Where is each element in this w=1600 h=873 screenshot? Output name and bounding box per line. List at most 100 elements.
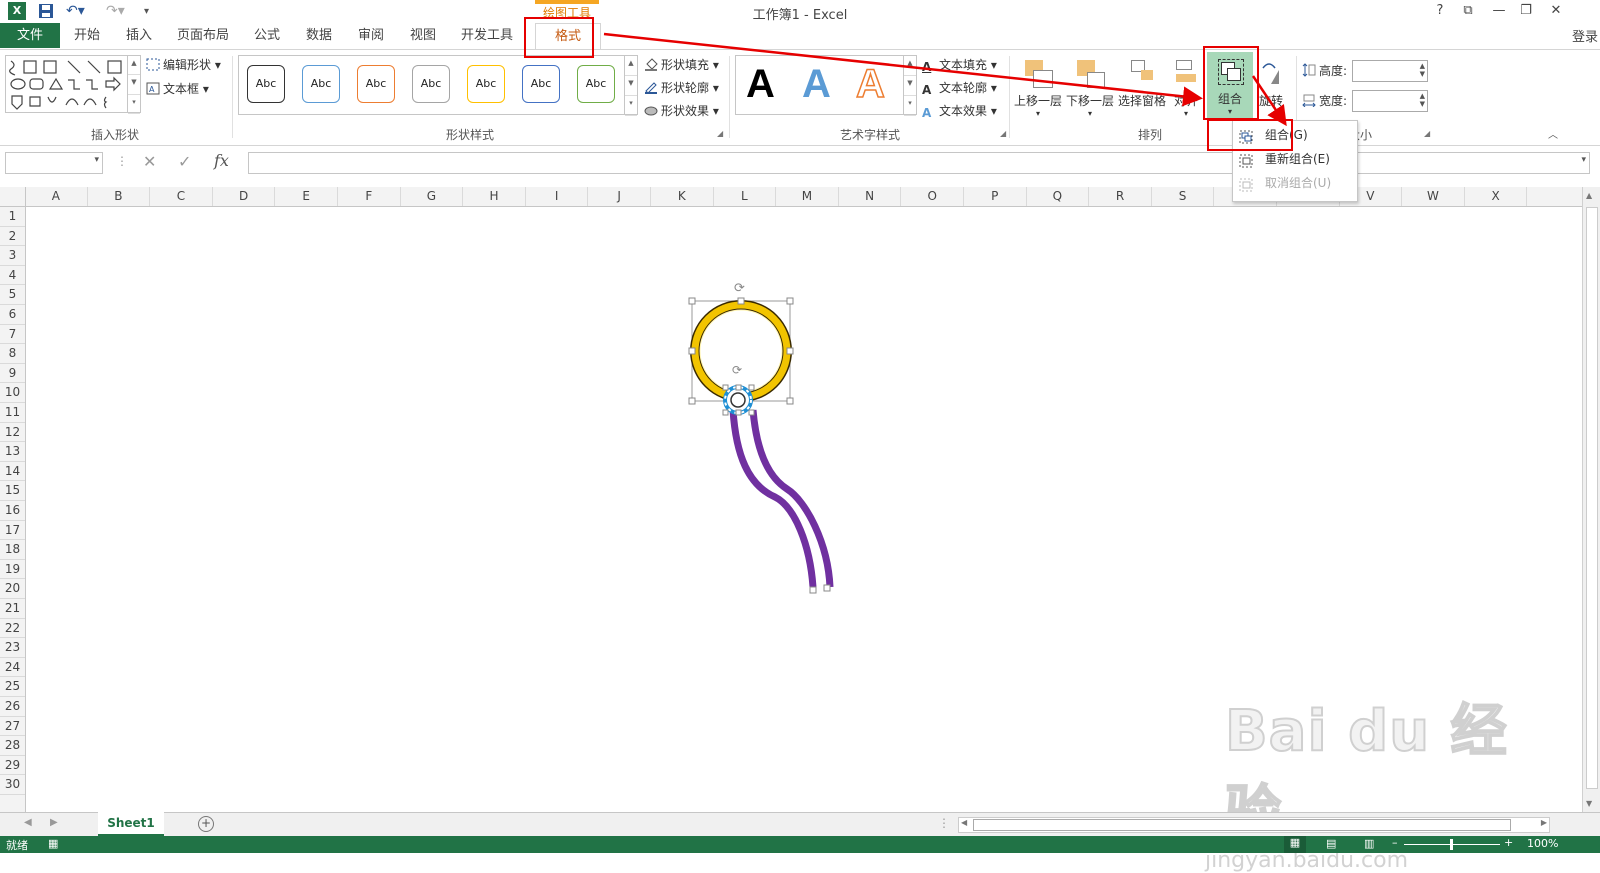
tab-developer[interactable]: 开发工具 [456,23,518,48]
column-header[interactable]: H [463,187,526,206]
sheet-tab-sheet1[interactable]: Sheet1 [98,812,164,837]
tab-splitter-icon[interactable]: ⋮ [938,816,950,830]
clasp-rotate-handle-icon[interactable]: ⟳ [732,363,742,377]
shape-style-swatch[interactable]: Abc [357,65,395,103]
sign-in-link[interactable]: 登录 [1572,26,1598,45]
ribbon-display-button[interactable]: ⧉ [1458,3,1478,18]
insert-function-icon[interactable]: fx [214,151,229,170]
text-box-button[interactable]: A 文本框 ▾ [146,80,209,97]
gold-ring[interactable] [691,301,791,401]
earphone-drawing[interactable]: ⟳ ⟳ [680,275,850,615]
shape-style-swatch[interactable]: Abc [467,65,505,103]
row-header[interactable]: 20 [0,579,25,599]
row-header[interactable]: 18 [0,540,25,560]
tab-insert[interactable]: 插入 [120,23,158,48]
column-header[interactable]: A [25,187,88,206]
width-spinner-icon[interactable]: ▲ ▼ [1420,92,1425,108]
column-header[interactable]: X [1465,187,1528,206]
row-header[interactable]: 22 [0,619,25,639]
row-header[interactable]: 28 [0,736,25,756]
strap-left[interactable] [749,409,834,588]
tab-home[interactable]: 开始 [68,23,106,48]
column-header[interactable]: S [1152,187,1215,206]
shape-style-swatch[interactable]: Abc [522,65,560,103]
column-header[interactable]: M [776,187,839,206]
row-header[interactable]: 24 [0,658,25,678]
page-layout-view-icon[interactable]: ▤ [1326,837,1336,850]
close-button[interactable]: ✕ [1546,3,1566,18]
row-header[interactable]: 30 [0,775,25,795]
column-header[interactable]: P [964,187,1027,206]
minimize-button[interactable]: — [1489,3,1509,18]
next-sheet-icon[interactable]: ▶ [50,817,58,828]
row-header[interactable]: 26 [0,697,25,717]
size-launcher-icon[interactable]: ◢ [1424,129,1430,138]
height-input[interactable]: ▲ ▼ [1352,60,1428,82]
vertical-scrollbar[interactable]: ▲ ▼ [1582,187,1600,812]
column-header[interactable]: J [588,187,651,206]
row-header[interactable]: 25 [0,677,25,697]
width-input[interactable]: ▲ ▼ [1352,90,1428,112]
column-header[interactable]: F [338,187,401,206]
tab-data[interactable]: 数据 [300,23,338,48]
row-header[interactable]: 14 [0,462,25,482]
row-header[interactable]: 29 [0,756,25,776]
strap-handle[interactable] [823,584,831,592]
tab-file[interactable]: 文件 [0,23,60,48]
maximize-button[interactable]: ❐ [1516,3,1536,18]
formula-input[interactable]: ▾ [248,152,1590,174]
shape-style-swatch[interactable]: Abc [577,65,615,103]
row-header[interactable]: 9 [0,364,25,384]
strap-handle[interactable] [809,586,817,594]
zoom-level[interactable]: 100% [1527,837,1558,850]
height-spinner-icon[interactable]: ▲ ▼ [1420,62,1425,78]
column-header[interactable]: W [1402,187,1465,206]
column-header[interactable]: O [901,187,964,206]
normal-view-icon[interactable]: ▦ [1284,836,1306,853]
macro-record-icon[interactable]: ▦ [48,837,58,850]
row-header[interactable]: 6 [0,305,25,325]
name-box[interactable]: ▾ [5,152,103,174]
row-header[interactable]: 5 [0,285,25,305]
shape-style-swatch[interactable]: Abc [247,65,285,103]
edit-shape-button[interactable]: 编辑形状 ▾ [146,56,221,73]
column-header[interactable]: I [526,187,589,206]
collapse-ribbon-icon[interactable]: ︿ [1548,126,1558,141]
horizontal-scrollbar[interactable]: ◀ ▶ [958,817,1550,833]
column-header[interactable]: N [839,187,902,206]
page-break-view-icon[interactable]: ▥ [1364,837,1374,850]
zoom-out-icon[interactable]: – [1392,836,1398,849]
tab-page-layout[interactable]: 页面布局 [172,23,234,48]
prev-sheet-icon[interactable]: ◀ [24,817,32,828]
row-header[interactable]: 15 [0,481,25,501]
row-header[interactable]: 21 [0,599,25,619]
rotate-handle-icon[interactable]: ⟳ [734,281,745,296]
row-header[interactable]: 19 [0,560,25,580]
row-header[interactable]: 3 [0,246,25,266]
row-header[interactable]: 1 [0,207,25,227]
row-header[interactable]: 17 [0,521,25,541]
zoom-in-icon[interactable]: + [1504,836,1513,849]
tab-review[interactable]: 审阅 [352,23,390,48]
shape-style-swatch[interactable]: Abc [302,65,340,103]
row-header[interactable]: 11 [0,403,25,423]
tab-view[interactable]: 视图 [404,23,442,48]
row-header[interactable]: 7 [0,325,25,345]
column-header[interactable]: Q [1027,187,1090,206]
column-header[interactable]: R [1089,187,1152,206]
row-header[interactable]: 12 [0,423,25,443]
row-header[interactable]: 27 [0,717,25,737]
shape-style-swatch[interactable]: Abc [412,65,450,103]
shapes-gallery[interactable]: ▲ ▼ ▾ [5,55,141,115]
zoom-slider[interactable] [1404,839,1500,850]
row-header[interactable]: 16 [0,501,25,521]
cancel-icon[interactable]: ✕ [143,152,156,171]
row-header[interactable]: 4 [0,266,25,286]
column-header[interactable]: D [213,187,276,206]
help-button[interactable]: ? [1430,3,1450,18]
column-header[interactable]: G [401,187,464,206]
row-header[interactable]: 2 [0,227,25,247]
column-header[interactable]: C [150,187,213,206]
column-header[interactable]: B [88,187,151,206]
column-header[interactable]: L [714,187,777,206]
